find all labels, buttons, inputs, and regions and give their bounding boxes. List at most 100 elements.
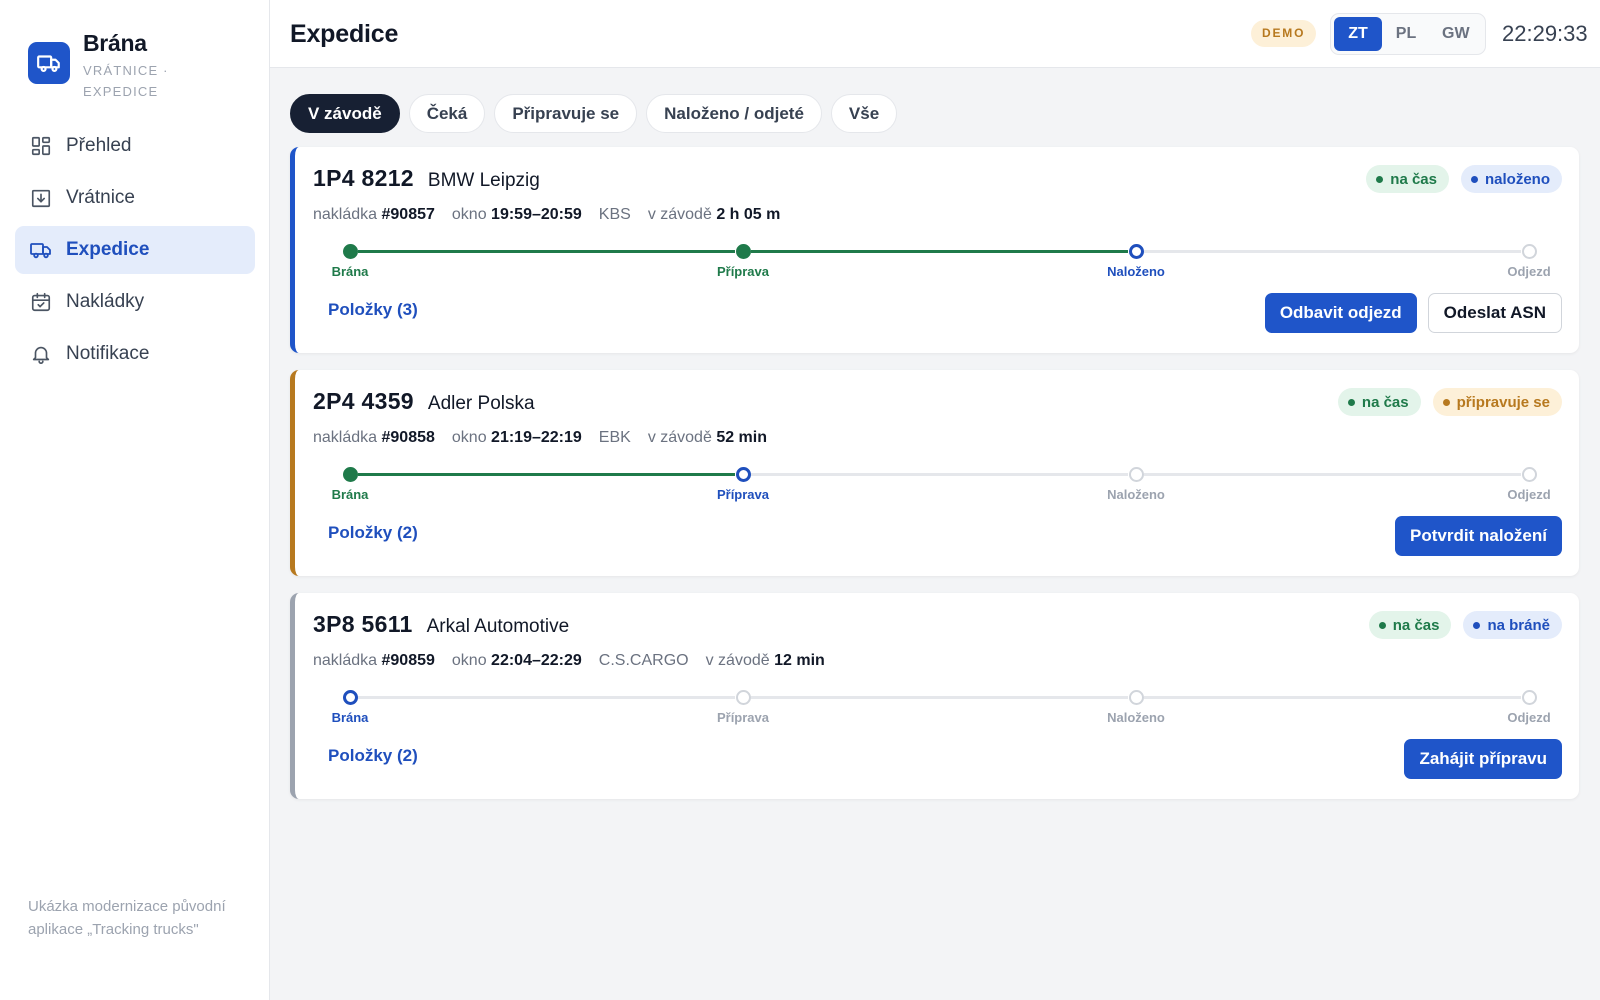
sidebar-item-label: Vrátnice — [66, 187, 135, 208]
progress-step-label: Příprava — [716, 710, 770, 725]
window-label: okno — [451, 652, 487, 669]
tab-nalozeno-odjete[interactable]: Naloženo / odjeté — [646, 94, 822, 133]
status-badges: na čas naloženo — [1354, 165, 1562, 193]
card-meta: nakládka #90857 okno 19:59–20:59 KBS v závo… — [313, 206, 797, 224]
odeslat-asn-button[interactable]: Odeslat ASN — [1427, 293, 1562, 333]
brand: Brána VRÁTNICE · EXPEDICE — [28, 30, 193, 102]
status-dot — [1378, 621, 1386, 629]
status-badges: na čas připravuje se — [1326, 388, 1562, 416]
card-actions: Potvrdit naložení — [1384, 516, 1562, 556]
in-plant-label: v závodě — [705, 652, 770, 669]
sidebar-item-label: Přehled — [66, 135, 132, 156]
truck-card: 1P4 8212 BMW Leipzig na čas naloženo nakládk… — [290, 147, 1579, 353]
site-button-gw[interactable]: GW — [1430, 17, 1482, 51]
status-dot — [1442, 398, 1450, 406]
brand-subtitle: VRÁTNICE · EXPEDICE — [83, 63, 169, 99]
tab-v-zavode[interactable]: V závodě — [290, 94, 400, 133]
progress-step-label: Naloženo — [1107, 710, 1165, 725]
progress-step-label: Odjezd — [1507, 487, 1551, 502]
progress-step-dot — [1521, 467, 1537, 482]
progress-step-dot — [1128, 467, 1144, 482]
gate-icon — [28, 185, 54, 211]
progress-step-label: Příprava — [716, 264, 770, 279]
in-plant-duration: 12 min — [774, 652, 825, 669]
progress-segment — [1144, 250, 1521, 253]
sidebar-item-nakladky[interactable]: Nakládky — [15, 278, 255, 326]
progress-step-dot — [1128, 244, 1144, 259]
progress-tracker: Brána Příprava Naloženo Odjezd — [313, 237, 1573, 281]
progress-step-label: Brána — [331, 710, 369, 725]
items-link[interactable]: Položky (3) — [328, 300, 418, 320]
filter-tabs: V závodě Čeká Připravuje se Naloženo / o… — [290, 94, 906, 133]
progress-segment — [1144, 696, 1521, 699]
site-switcher: ZT PL GW — [1330, 13, 1486, 55]
in-plant-label: v závodě — [647, 206, 712, 223]
truck-icon — [28, 42, 70, 84]
clock: 22:29:33 — [1502, 21, 1588, 46]
status-badges: na čas na bráně — [1357, 611, 1562, 639]
tab-ceka[interactable]: Čeká — [408, 94, 486, 133]
items-link[interactable]: Položky (2) — [328, 746, 418, 766]
load-number: #90859 — [381, 652, 435, 669]
site-button-pl[interactable]: PL — [1382, 17, 1430, 51]
status-dot — [1347, 398, 1355, 406]
card-actions: Odbavit odjezd Odeslat ASN — [1254, 293, 1562, 333]
status-badge-text: na čas — [1392, 616, 1440, 634]
progress-segment — [751, 250, 1128, 253]
time-window: 22:04–22:29 — [491, 652, 582, 669]
progress-step-label: Odjezd — [1507, 264, 1551, 279]
progress-step-dot — [735, 690, 751, 705]
progress-step-dot — [1521, 244, 1537, 259]
progress-step-dot — [1128, 690, 1144, 705]
license-plate: 3P8 5611 — [313, 611, 413, 637]
sidebar-item-label: Notifikace — [66, 343, 150, 364]
window-label: okno — [451, 206, 487, 223]
progress-tracker: Brána Příprava Naloženo Odjezd — [313, 460, 1573, 504]
customer-name: Adler Polska — [427, 393, 535, 414]
load-number: #90858 — [381, 429, 435, 446]
progress-step-label: Brána — [331, 264, 369, 279]
potvrdit-nalozeni-button[interactable]: Potvrdit naložení — [1395, 516, 1562, 556]
customer-name: BMW Leipzig — [427, 170, 540, 191]
window-label: okno — [451, 429, 487, 446]
footer-note: Ukázka modernizace původní aplikace „Tra… — [28, 898, 226, 938]
site-button-zt[interactable]: ZT — [1334, 17, 1382, 51]
progress-segment — [358, 473, 735, 476]
sidebar-item-expedice[interactable]: Expedice — [15, 226, 255, 274]
sidebar-item-vratnice[interactable]: Vrátnice — [15, 174, 255, 222]
page-title: Expedice — [290, 20, 399, 48]
progress-step-label: Odjezd — [1507, 710, 1551, 725]
load-number: #90857 — [381, 206, 435, 223]
status-badge: na bráně — [1463, 611, 1562, 639]
odbavit-odjezd-button[interactable]: Odbavit odjezd — [1264, 293, 1417, 333]
items-link[interactable]: Položky (2) — [328, 523, 418, 543]
sidebar-item-prehled[interactable]: Přehled — [15, 122, 255, 170]
license-plate: 2P4 4359 — [313, 388, 414, 414]
sidebar: Brána VRÁTNICE · EXPEDICE Přehled Vrátni… — [0, 0, 270, 1000]
status-dot — [1470, 175, 1478, 183]
progress-segment — [1144, 473, 1521, 476]
progress-segment — [751, 696, 1128, 699]
progress-step-label: Naloženo — [1107, 487, 1165, 502]
truck-card: 2P4 4359 Adler Polska na čas připravuje se n… — [290, 370, 1579, 576]
demo-badge: DEMO — [1251, 20, 1317, 47]
status-dot — [1376, 175, 1384, 183]
progress-step-label: Příprava — [716, 487, 770, 502]
tab-pripravuje-se[interactable]: Připravuje se — [494, 94, 638, 133]
license-plate: 1P4 8212 — [313, 165, 414, 191]
progress-step-dot — [342, 467, 358, 482]
status-badge: na čas — [1366, 165, 1449, 193]
load-label: nakládka — [313, 652, 378, 669]
zahajit-pripravu-button[interactable]: Zahájit přípravu — [1404, 739, 1562, 779]
sidebar-item-label: Nakládky — [66, 291, 145, 312]
status-badge-text: připravuje se — [1456, 393, 1550, 411]
progress-tracker: Brána Příprava Naloženo Odjezd — [313, 683, 1573, 727]
progress-step-dot — [342, 244, 358, 259]
calendar-check-icon — [28, 289, 54, 315]
sidebar-item-notifikace[interactable]: Notifikace — [15, 330, 255, 378]
topbar: Expedice DEMO ZT PL GW 22:29:33 — [270, 0, 1600, 68]
tab-vse[interactable]: Vše — [830, 94, 898, 133]
load-label: nakládka — [313, 206, 378, 223]
carrier: KBS — [598, 206, 631, 223]
time-window: 21:19–22:19 — [491, 429, 582, 446]
